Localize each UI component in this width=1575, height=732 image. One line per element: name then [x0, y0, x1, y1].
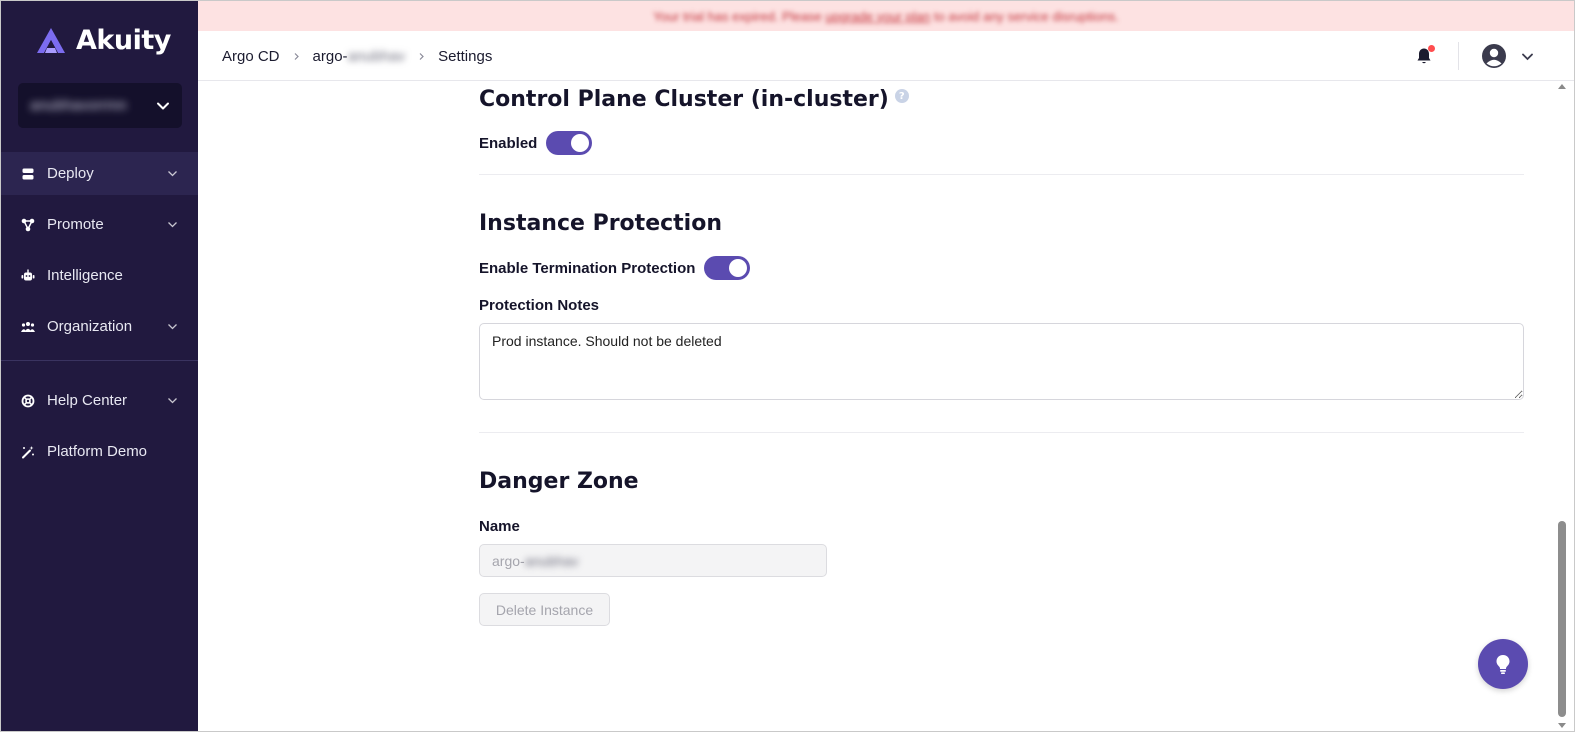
sidebar-item-label: Organization [47, 318, 133, 335]
enabled-label: Enabled [479, 134, 538, 152]
robot-icon [21, 269, 35, 280]
banner-text: Your trial has expired. Please upgrade y… [653, 8, 1119, 24]
organization-name: anubhavorrmn [30, 97, 127, 114]
protection-notes-label: Protection Notes [479, 297, 600, 314]
organization-selector[interactable]: anubhavorrmn [18, 83, 182, 128]
chevron-down-icon [168, 171, 177, 177]
brand-name: Akuity [76, 25, 171, 56]
danger-zone-title: Danger Zone [479, 469, 639, 494]
control-plane-enabled-toggle[interactable] [546, 131, 593, 155]
instance-protection-section: Instance Protection Enable Termination P… [479, 211, 1524, 400]
sidebar-item-label: Promote [47, 216, 104, 233]
chevron-down-icon [157, 102, 169, 109]
top-header: Argo CD argo-anubhav Settings [198, 31, 1574, 81]
chevron-right-icon [419, 52, 424, 60]
sidebar-item-label: Intelligence [47, 267, 123, 284]
chevron-down-icon[interactable] [1521, 50, 1534, 63]
instance-name-label: Name [479, 518, 520, 535]
delete-instance-button[interactable]: Delete Instance [479, 593, 610, 626]
network-icon [21, 218, 35, 231]
scrollbar-thumb[interactable] [1558, 521, 1566, 717]
akuity-logo[interactable]: Akuity [34, 25, 171, 56]
sidebar-item-organization[interactable]: Organization [1, 305, 198, 348]
sidebar-item-label: Platform Demo [47, 443, 148, 460]
header-divider [1458, 42, 1459, 70]
control-plane-section: Control Plane Cluster (in-cluster) ? Ena… [479, 87, 1524, 155]
header-actions [1414, 31, 1534, 81]
scroll-up-arrow[interactable] [1558, 84, 1566, 89]
magic-wand-icon [22, 445, 34, 458]
section-divider [479, 174, 1524, 175]
toggle-knob [571, 134, 590, 152]
chevron-down-icon [168, 324, 177, 330]
upgrade-plan-link[interactable]: upgrade your plan [825, 9, 930, 24]
sidebar-item-deploy[interactable]: Deploy [1, 152, 198, 195]
section-divider [479, 432, 1524, 433]
control-plane-title: Control Plane Cluster (in-cluster) ? [479, 87, 1524, 112]
page-scrollbar[interactable] [1556, 81, 1568, 731]
sidebar-item-label: Deploy [47, 165, 94, 182]
danger-zone-section: Danger Zone Name argo-anubhav Delete Ins… [479, 469, 1524, 626]
sidebar: Akuity anubhavorrmn Deploy Promote Intel… [1, 1, 198, 731]
notification-badge [1428, 45, 1435, 52]
users-icon [21, 321, 35, 332]
tips-button[interactable] [1478, 639, 1528, 689]
chevron-down-icon [168, 398, 177, 404]
akuity-logo-icon [37, 27, 65, 53]
lightbulb-icon [1496, 655, 1510, 674]
trial-expired-banner: Your trial has expired. Please upgrade y… [198, 1, 1574, 31]
sidebar-item-platform-demo[interactable]: Platform Demo [1, 430, 198, 473]
control-plane-enabled-row: Enabled [479, 131, 1524, 155]
settings-content: Control Plane Cluster (in-cluster) ? Ena… [479, 81, 1524, 626]
instance-protection-title: Instance Protection [479, 211, 722, 236]
sidebar-item-promote[interactable]: Promote [1, 203, 198, 246]
scroll-down-arrow[interactable] [1558, 723, 1566, 728]
toggle-knob [729, 259, 748, 277]
user-circle-icon [1482, 44, 1506, 68]
termination-protection-label: Enable Termination Protection [479, 259, 696, 277]
sidebar-item-label: Help Center [47, 392, 128, 409]
breadcrumb: Argo CD argo-anubhav Settings [222, 31, 492, 81]
sidebar-item-intelligence[interactable]: Intelligence [1, 254, 198, 297]
lifebuoy-icon [21, 394, 35, 407]
breadcrumb-settings: Settings [438, 47, 493, 65]
chevron-down-icon [168, 222, 177, 228]
server-icon [22, 168, 34, 179]
termination-protection-toggle[interactable] [704, 256, 751, 280]
sidebar-divider [1, 360, 198, 361]
chevron-right-icon [294, 52, 299, 60]
sidebar-item-help-center[interactable]: Help Center [1, 379, 198, 422]
user-avatar[interactable] [1481, 43, 1507, 69]
protection-notes-textarea[interactable]: Prod instance. Should not be deleted [479, 323, 1524, 400]
breadcrumb-argo-cd[interactable]: Argo CD [222, 48, 280, 65]
help-icon[interactable]: ? [894, 89, 909, 103]
notifications-button[interactable] [1414, 45, 1435, 66]
breadcrumb-instance[interactable]: argo-anubhav [313, 48, 406, 65]
termination-protection-row: Enable Termination Protection [479, 256, 1524, 280]
instance-name-input[interactable]: argo-anubhav [479, 544, 827, 577]
sidebar-nav: Deploy Promote Intelligence Organization… [1, 152, 198, 481]
